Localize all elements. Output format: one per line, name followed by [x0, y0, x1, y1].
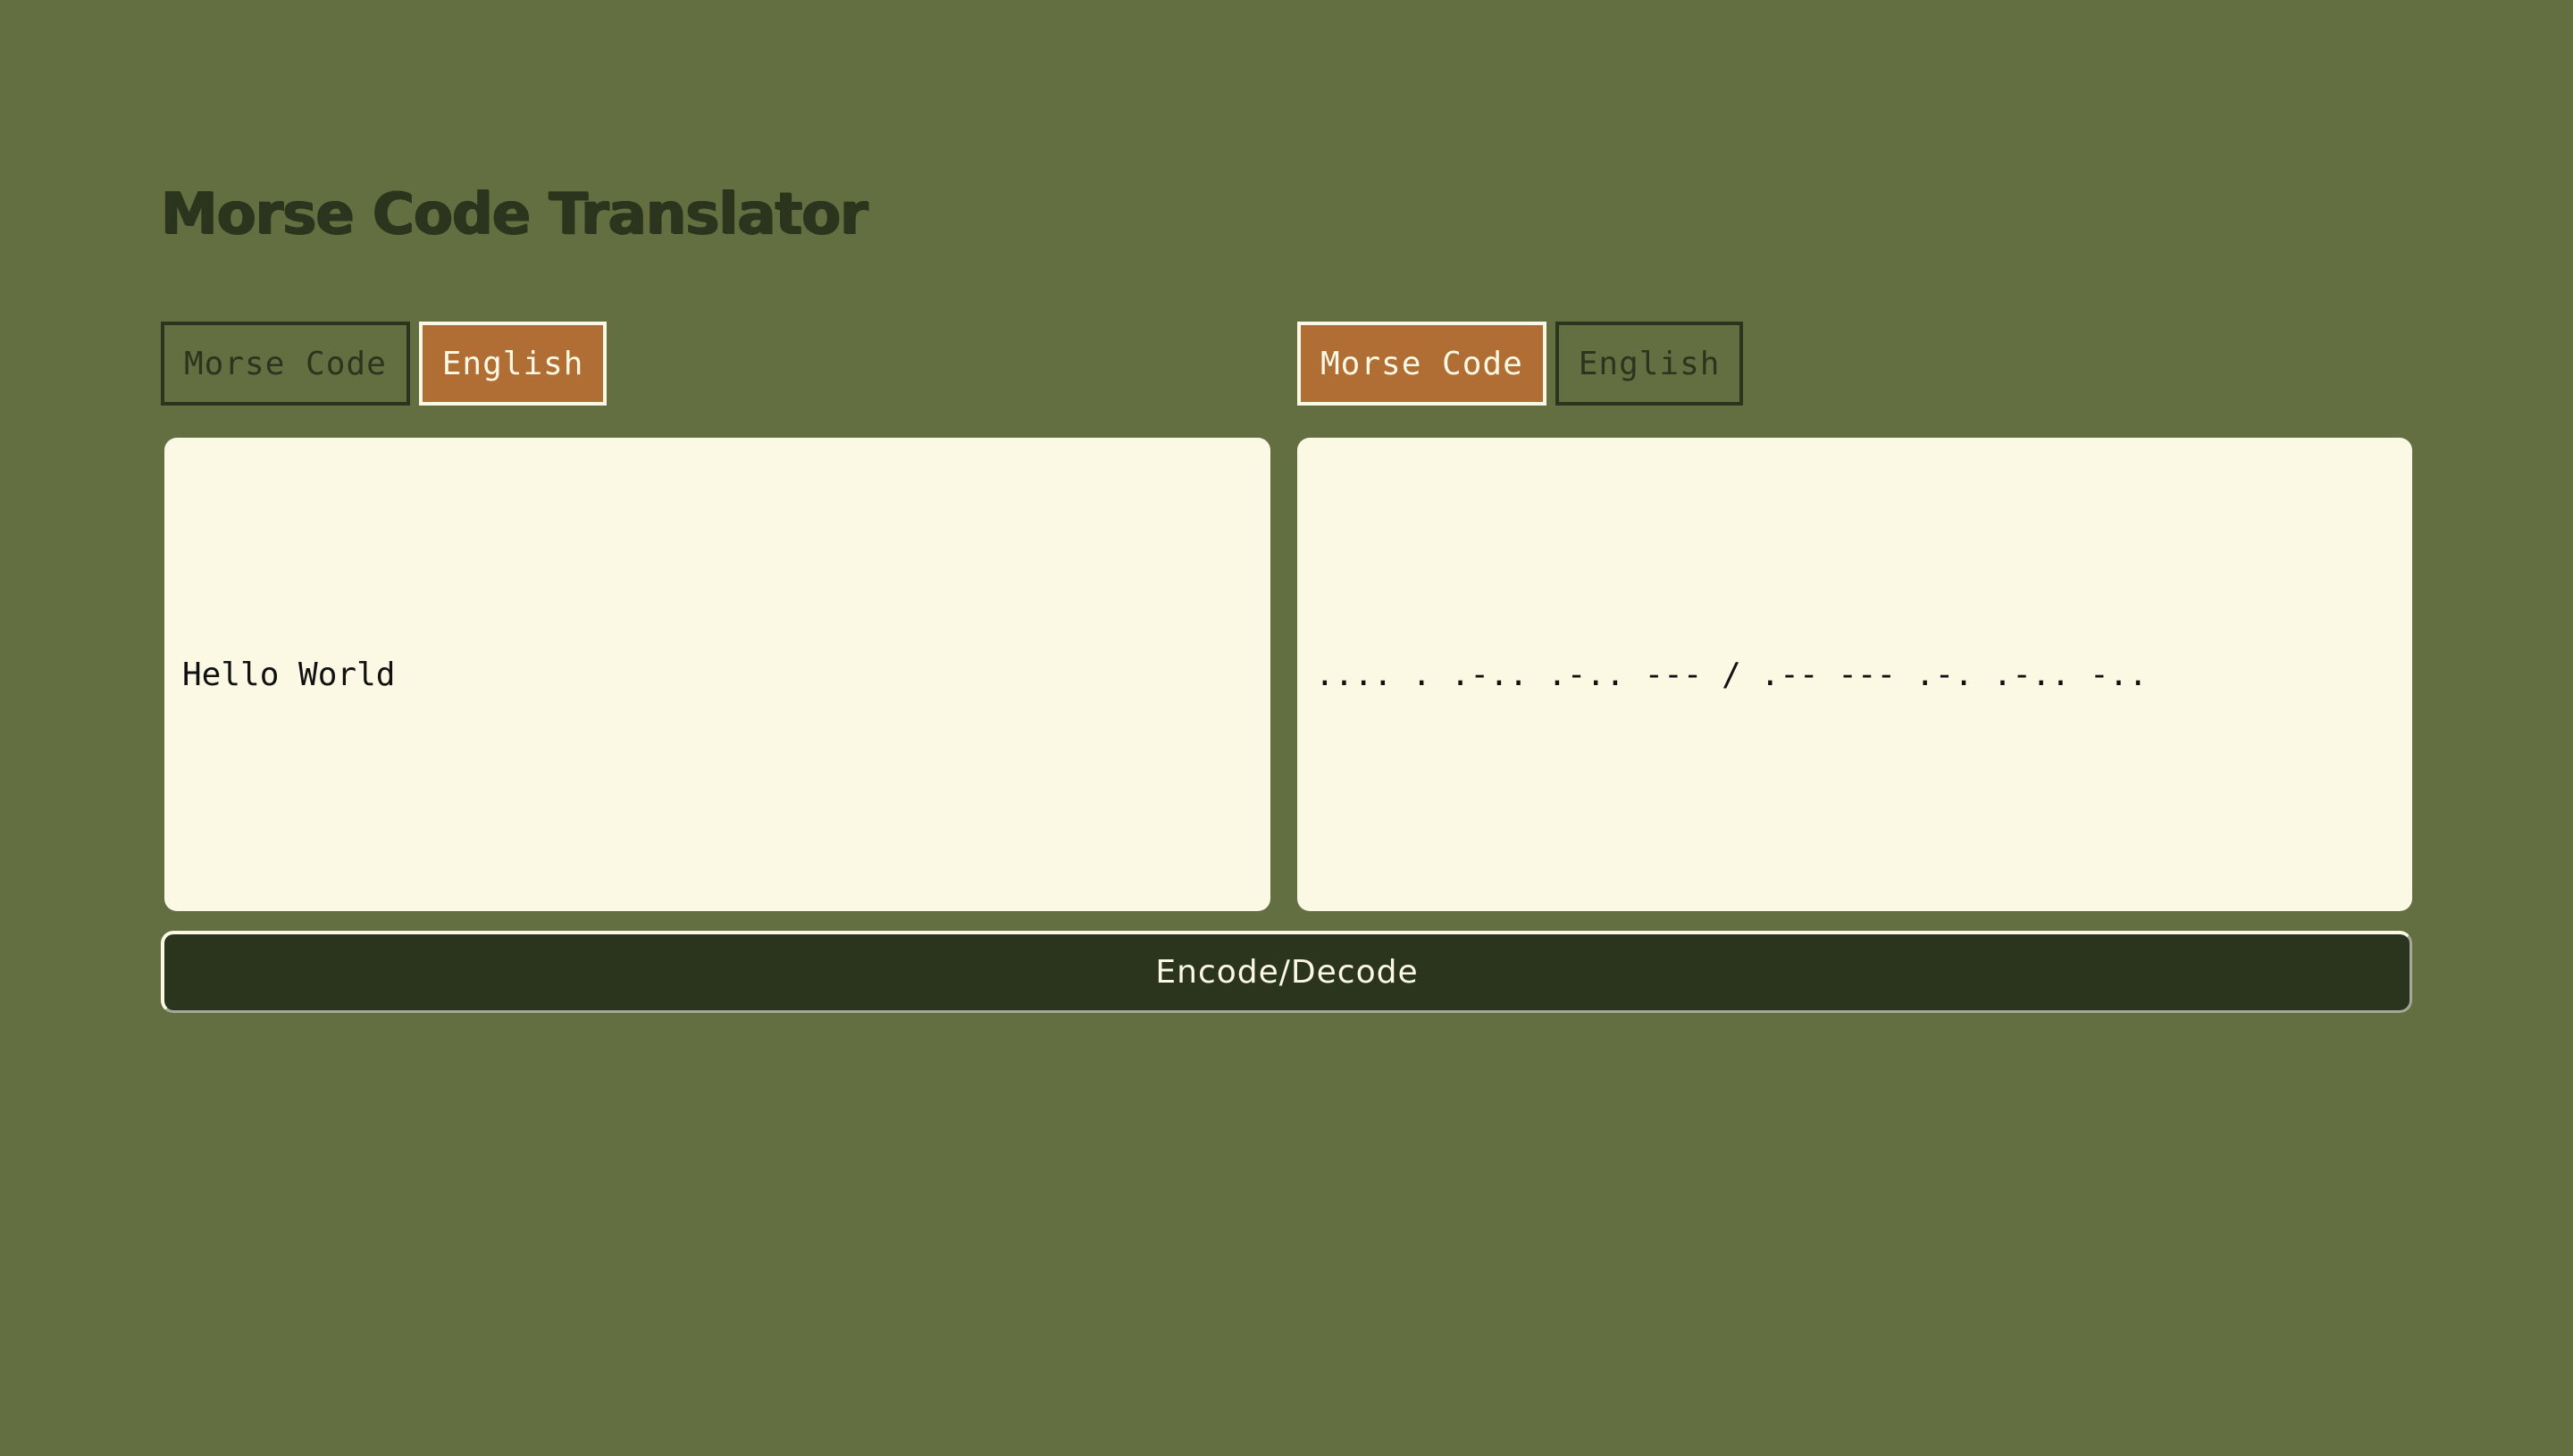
- source-language-tabs: Morse Code English: [161, 322, 608, 406]
- target-tab-morse-code[interactable]: Morse Code: [1297, 322, 1546, 406]
- source-text-input[interactable]: Hello World: [164, 438, 1270, 911]
- target-tab-english[interactable]: English: [1555, 322, 1744, 406]
- target-text-output[interactable]: .... . .-.. .-.. --- / .-- --- .-. .-.. …: [1297, 438, 2412, 911]
- encode-decode-button[interactable]: Encode/Decode: [161, 931, 2412, 1013]
- source-tab-morse-code[interactable]: Morse Code: [161, 322, 410, 406]
- page-title: Morse Code Translator: [161, 181, 868, 247]
- source-tab-english[interactable]: English: [418, 322, 608, 406]
- target-language-tabs: Morse Code English: [1297, 322, 1744, 406]
